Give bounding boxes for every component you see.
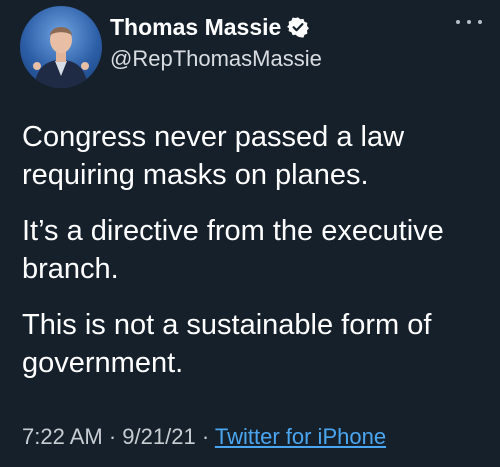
avatar[interactable] bbox=[20, 6, 102, 88]
tweet-source-link[interactable]: Twitter for iPhone bbox=[215, 424, 386, 449]
meta-separator: · bbox=[108, 424, 117, 449]
tweet-paragraph-1: Congress never passed a law requiring ma… bbox=[22, 121, 405, 191]
verified-badge-icon bbox=[287, 16, 310, 38]
tweet-paragraph-2: It’s a directive from the executive bran… bbox=[22, 215, 444, 285]
meta-separator: · bbox=[201, 424, 210, 449]
tweet-date[interactable]: 9/21/21 bbox=[122, 424, 195, 449]
tweet-paragraph-3: This is not a sustainable form of govern… bbox=[22, 309, 432, 379]
user-handle[interactable]: @RepThomasMassie bbox=[110, 46, 460, 72]
tweet-header: Thomas Massie @RepThomasMassie bbox=[110, 12, 460, 72]
name-row: Thomas Massie bbox=[110, 12, 460, 42]
tweet-text: Congress never passed a law requiring ma… bbox=[22, 118, 492, 400]
tweet-time[interactable]: 7:22 AM bbox=[22, 424, 103, 449]
tweet-metadata: 7:22 AM · 9/21/21 · Twitter for iPhone bbox=[22, 424, 386, 450]
avatar-photo bbox=[33, 27, 89, 88]
more-options-icon[interactable] bbox=[456, 14, 482, 30]
display-name[interactable]: Thomas Massie bbox=[110, 14, 281, 41]
tweet-card: Thomas Massie @RepThomasMassie Congress … bbox=[0, 0, 500, 467]
